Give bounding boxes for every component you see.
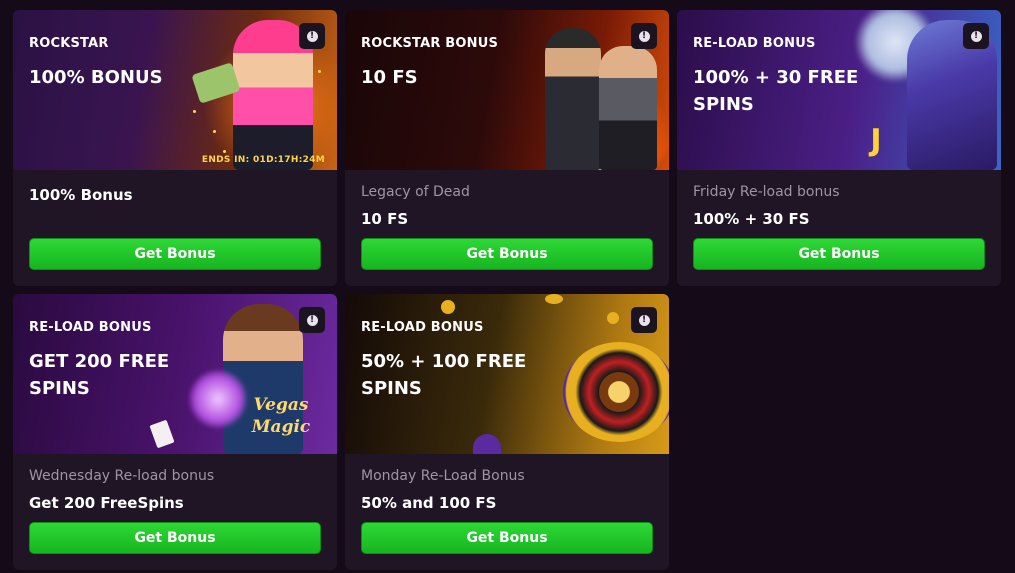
bonus-description: Monday Re-Load Bonus	[361, 468, 525, 484]
banner-subtitle: RE-LOAD BONUS	[29, 320, 152, 335]
bonus-banner: ROCKSTAR 100% BONUS ENDS IN: 01D:17H:24M…	[13, 10, 337, 170]
get-bonus-button[interactable]: Get Bonus	[29, 238, 321, 270]
info-icon: !	[306, 30, 318, 42]
bonus-card-wednesday-reload: Vegas Magic RE-LOAD BONUS GET 200 FREE SP…	[13, 294, 337, 570]
info-button[interactable]: !	[299, 23, 325, 49]
banner-headline: GET 200 FREE SPINS	[29, 351, 170, 399]
banner-subtitle: RE-LOAD BONUS	[693, 36, 816, 51]
bonus-card-rockstar-fs: ROCKSTAR BONUS 10 FS ! Legacy of Dead 10…	[345, 10, 669, 286]
bonus-title: 50% and 100 FS	[361, 494, 497, 512]
info-icon: !	[970, 30, 982, 42]
bonus-card-friday-reload: J RE-LOAD BONUS 100% + 30 FREE SPINS ! F…	[677, 10, 1001, 286]
banner-headline: 100% + 30 FREE SPINS	[693, 67, 859, 115]
bonus-title: Get 200 FreeSpins	[29, 494, 184, 512]
coin-art	[545, 294, 563, 304]
card-body: Wednesday Re-load bonus Get 200 FreeSpin…	[13, 454, 337, 570]
get-bonus-button[interactable]: Get Bonus	[693, 238, 985, 270]
card-body: Legacy of Dead 10 FS Get Bonus	[345, 170, 669, 286]
coin-art	[607, 312, 619, 324]
bonus-title: 100% Bonus	[29, 186, 133, 204]
get-bonus-button[interactable]: Get Bonus	[361, 238, 653, 270]
info-icon: !	[306, 314, 318, 326]
guitarist-art	[599, 46, 657, 170]
info-icon: !	[638, 314, 650, 326]
bonus-description: Legacy of Dead	[361, 184, 470, 200]
vegas-magic-logo: Vegas Magic	[251, 395, 311, 437]
info-button[interactable]: !	[299, 307, 325, 333]
banner-subtitle: RE-LOAD BONUS	[361, 320, 484, 335]
banner-headline: 50% + 100 FREE SPINS	[361, 351, 527, 399]
slot-symbol-art: J	[870, 123, 882, 158]
info-icon: !	[638, 30, 650, 42]
bonus-description: Friday Re-load bonus	[693, 184, 840, 200]
info-button[interactable]: !	[631, 307, 657, 333]
bonus-card-rockstar: ROCKSTAR 100% BONUS ENDS IN: 01D:17H:24M…	[13, 10, 337, 286]
info-button[interactable]: !	[963, 23, 989, 49]
banner-headline: 100% BONUS	[29, 67, 163, 88]
coin-art	[441, 300, 455, 314]
bonus-grid: ROCKSTAR 100% BONUS ENDS IN: 01D:17H:24M…	[0, 0, 1015, 573]
bonus-title: 100% + 30 FS	[693, 210, 810, 228]
bonus-banner: J RE-LOAD BONUS 100% + 30 FREE SPINS !	[677, 10, 1001, 170]
bonus-banner: RE-LOAD BONUS 50% + 100 FREE SPINS !	[345, 294, 669, 454]
card-body: Monday Re-Load Bonus 50% and 100 FS Get …	[345, 454, 669, 570]
card-art	[149, 419, 175, 449]
get-bonus-button[interactable]: Get Bonus	[361, 522, 653, 554]
card-body: Friday Re-load bonus 100% + 30 FS Get Bo…	[677, 170, 1001, 286]
roulette-wheel-art	[563, 342, 669, 442]
singer-art	[545, 28, 601, 170]
bonus-card-monday-reload: RE-LOAD BONUS 50% + 100 FREE SPINS ! Mon…	[345, 294, 669, 570]
card-body: 100% Bonus Get Bonus	[13, 170, 337, 286]
bonus-banner: Vegas Magic RE-LOAD BONUS GET 200 FREE SP…	[13, 294, 337, 454]
banner-subtitle: ROCKSTAR BONUS	[361, 36, 499, 51]
hat-art	[473, 434, 501, 454]
get-bonus-button[interactable]: Get Bonus	[29, 522, 321, 554]
bonus-banner: ROCKSTAR BONUS 10 FS !	[345, 10, 669, 170]
countdown-timer: ENDS IN: 01D:17H:24M	[201, 155, 325, 165]
banner-headline: 10 FS	[361, 67, 418, 88]
banner-subtitle: ROCKSTAR	[29, 36, 109, 51]
info-button[interactable]: !	[631, 23, 657, 49]
bonus-title: 10 FS	[361, 210, 409, 228]
bonus-description: Wednesday Re-load bonus	[29, 468, 215, 484]
